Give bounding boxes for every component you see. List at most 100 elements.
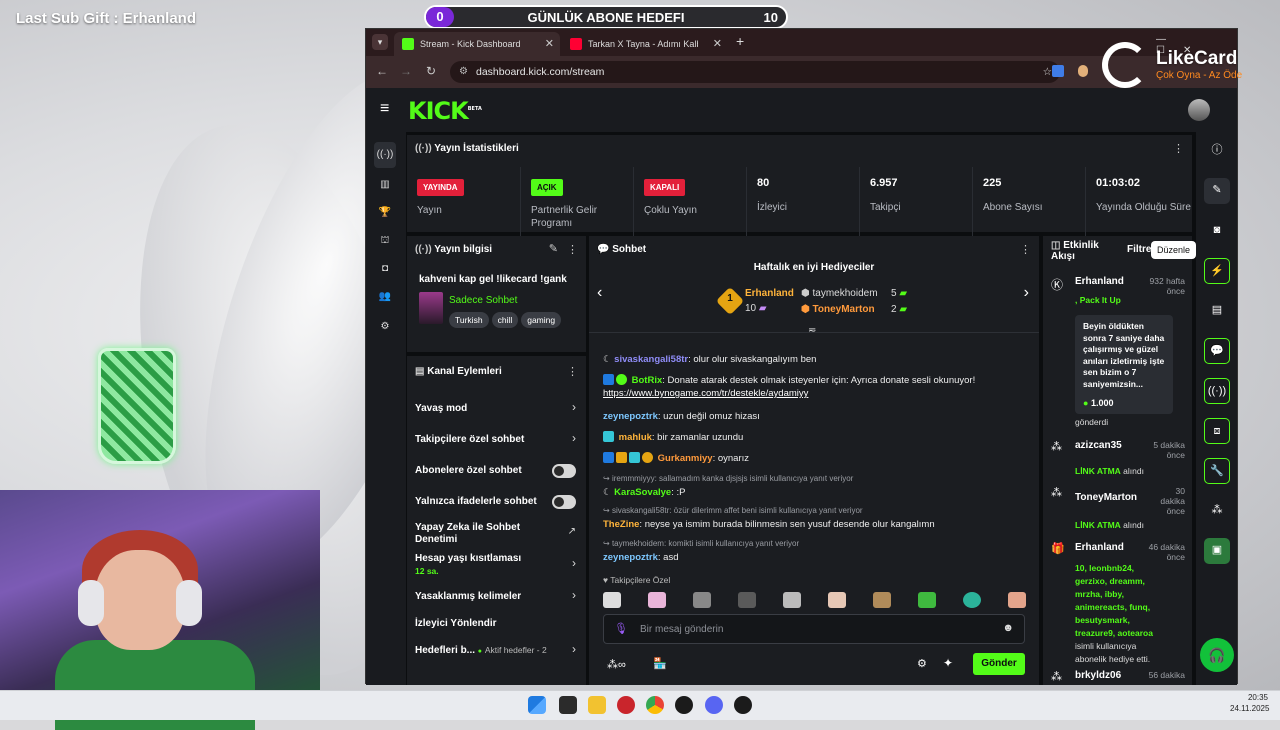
clip-capture-icon[interactable]: ◙	[1204, 218, 1230, 244]
tag[interactable]: Turkish	[449, 312, 489, 328]
app-widget-icon[interactable]: ▣	[1204, 538, 1230, 564]
rewards-icon[interactable]: ✦	[943, 656, 953, 670]
followers-only-row[interactable]: Takipçilere özel sohbet	[415, 434, 575, 445]
wrench-icon[interactable]: 🔧	[1204, 458, 1230, 484]
analytics-icon[interactable]: ▥	[376, 176, 394, 194]
emote[interactable]	[738, 592, 756, 608]
tag[interactable]: chill	[491, 312, 519, 328]
quick-actions-icon[interactable]: ⚡	[1204, 258, 1230, 284]
clips-icon[interactable]: ◘	[376, 260, 394, 278]
filter-button[interactable]: Filtre	[1127, 244, 1151, 255]
app-icon[interactable]	[617, 696, 635, 714]
top-gifter-2[interactable]: ⬢ taymekhoidem	[801, 288, 878, 299]
emotes-only-toggle[interactable]	[552, 495, 576, 509]
bots-icon[interactable]: ⁂∞	[607, 658, 626, 671]
collapse-icon[interactable]: ≂	[808, 325, 816, 336]
account-age-row[interactable]: Hesap yaşı kısıtlaması 12 sa.	[415, 553, 575, 576]
subscribers-only-toggle[interactable]	[552, 464, 576, 478]
reply-context: ↪ taymekhoidem: komikti isimli kullanıcı…	[603, 539, 800, 548]
extension-icon[interactable]	[1078, 65, 1088, 77]
translate-extension-icon[interactable]	[1052, 65, 1064, 77]
discord-icon[interactable]	[705, 696, 723, 714]
new-tab-button[interactable]: +	[736, 33, 744, 49]
activity-dots-icon[interactable]: ⁂	[1204, 498, 1230, 524]
emoji-icon[interactable]: ☻	[1002, 622, 1014, 634]
url-input[interactable]: ⚙ dashboard.kick.com/stream ☆	[450, 61, 1060, 83]
slow-mode-row[interactable]: Yavaş mod	[415, 403, 575, 414]
chevron-left-icon[interactable]: ‹	[597, 284, 602, 302]
emotes-only-row: Yalnızca ifadelerle sohbet	[415, 496, 537, 507]
activity-item: ⁂ ToneyMarton 30 dakika önce LİNK ATMA a…	[1051, 486, 1185, 530]
tab-kick-dashboard[interactable]: Stream - Kick Dashboard ✕	[394, 32, 560, 56]
top-gifter-1-name[interactable]: Erhanland	[745, 288, 794, 299]
taskbar-clock[interactable]: 20:35 24.11.2025	[1230, 692, 1269, 714]
emote[interactable]	[783, 592, 801, 608]
emote[interactable]	[963, 592, 981, 608]
chat-settings-icon[interactable]: ⚙	[917, 657, 927, 670]
info-icon[interactable]: ⓘ	[1204, 138, 1230, 164]
store-icon[interactable]: 🏪	[653, 657, 667, 670]
community-icon[interactable]: ⛫	[376, 232, 394, 250]
raid-row[interactable]: İzleyici Yönlendir	[415, 618, 575, 629]
top-gifter-3[interactable]: ⬢ ToneyMarton	[801, 304, 875, 315]
chevron-right-icon[interactable]: ›	[572, 556, 576, 570]
emote[interactable]	[918, 592, 936, 608]
reload-icon[interactable]: ↻	[426, 64, 436, 78]
app-icon[interactable]	[675, 696, 693, 714]
stream-info-menu-icon[interactable]: ⋮	[567, 243, 578, 256]
chevron-right-icon[interactable]: ›	[572, 642, 576, 656]
edit-stream-info-icon[interactable]: ✎	[549, 242, 558, 255]
likecard-logo-icon	[1102, 42, 1148, 88]
stream-widget-icon[interactable]: ((·))	[1204, 378, 1230, 404]
task-view-icon[interactable]	[559, 696, 577, 714]
stream-category[interactable]: Sadece Sohbet	[449, 295, 517, 306]
external-link-icon[interactable]: ↗	[568, 526, 576, 537]
chat-input[interactable]: 🎙 Bir mesaj gönderin ☻	[603, 614, 1025, 644]
emote[interactable]	[1008, 592, 1026, 608]
close-tab-icon[interactable]: ✕	[545, 32, 554, 56]
start-icon[interactable]	[528, 696, 546, 714]
chevron-right-icon[interactable]: ›	[572, 431, 576, 445]
banned-words-row[interactable]: Yasaklanmış kelimeler	[415, 591, 575, 602]
chevron-right-icon[interactable]: ›	[572, 588, 576, 602]
file-explorer-icon[interactable]	[588, 696, 606, 714]
chevron-right-icon[interactable]: ›	[572, 400, 576, 414]
live-stream-icon[interactable]: ((·))	[374, 142, 396, 168]
chevron-right-icon[interactable]: ›	[1024, 284, 1029, 302]
stats-title: ((·)) Yayın İstatistikleri	[415, 143, 519, 154]
mod-tools-icon[interactable]: ⧈	[1204, 418, 1230, 444]
stats-menu-icon[interactable]: ⋮	[1173, 142, 1184, 155]
tag[interactable]: gaming	[521, 312, 562, 328]
microphone-icon[interactable]: 🎙	[614, 622, 628, 635]
send-button[interactable]: Gönder	[973, 653, 1025, 675]
kick-logo[interactable]: KICKBETA	[408, 97, 482, 125]
site-info-icon[interactable]: ⚙	[459, 61, 468, 83]
tab-youtube[interactable]: Tarkan X Tayna - Adımı Kalbine ✕	[562, 32, 728, 56]
tab-search-button[interactable]: ▾	[372, 34, 388, 50]
chrome-icon[interactable]	[646, 696, 664, 714]
ai-moderation-row[interactable]: Yapay Zeka ile Sohbet Denetimi	[415, 522, 535, 546]
goals-row[interactable]: Hedefleri b... ● Aktif hedefler - 2	[415, 645, 575, 656]
chat-widget-icon[interactable]: 💬	[1204, 338, 1230, 364]
emote[interactable]	[873, 592, 891, 608]
forward-icon[interactable]: →	[400, 64, 412, 78]
back-icon[interactable]: ←	[376, 64, 388, 78]
emote[interactable]	[828, 592, 846, 608]
app-icon[interactable]	[734, 696, 752, 714]
emote[interactable]	[603, 592, 621, 608]
chat-link[interactable]: https://www.bynogame.com/tr/destekle/ayd…	[603, 388, 808, 399]
channel-actions-menu-icon[interactable]: ⋮	[567, 365, 578, 378]
emote[interactable]	[648, 592, 666, 608]
edit-pencil-icon[interactable]: ✎	[1204, 178, 1230, 204]
settings-gear-icon[interactable]: ⚙	[376, 318, 394, 336]
user-avatar[interactable]	[1188, 99, 1210, 121]
support-headset-icon[interactable]: 🎧	[1200, 638, 1234, 672]
notes-icon[interactable]: ▤	[1204, 298, 1230, 324]
emote[interactable]	[693, 592, 711, 608]
bookmark-star-icon[interactable]: ☆	[1043, 61, 1052, 83]
trophy-icon[interactable]: 🏆	[376, 204, 394, 222]
chat-menu-icon[interactable]: ⋮	[1020, 243, 1031, 256]
close-tab-icon[interactable]: ✕	[713, 32, 722, 56]
menu-hamburger-icon[interactable]: ≡	[380, 100, 389, 118]
moderators-icon[interactable]: 👥	[376, 288, 394, 306]
